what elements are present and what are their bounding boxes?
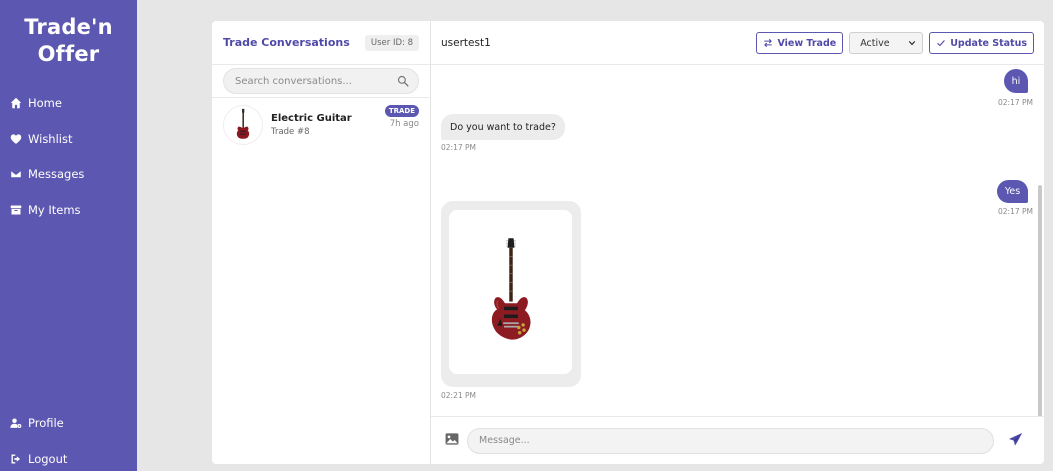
logout-icon: [11, 454, 21, 464]
guitar-thumbnail: [236, 108, 250, 139]
conversation-thumbnail: [223, 105, 263, 145]
chat-pane: usertest1 View Trade Active Update Statu…: [431, 21, 1044, 464]
home-icon: [10, 97, 22, 109]
message-timestamp: 02:17 PM: [998, 98, 1033, 107]
image-icon: [445, 433, 459, 445]
send-button[interactable]: [1008, 432, 1023, 450]
sidebar-item-home[interactable]: Home: [10, 96, 62, 110]
message-text: Yes: [1004, 186, 1021, 197]
chat-header-actions: View Trade Active Update Status: [756, 32, 1034, 54]
message-text: Do you want to trade?: [450, 121, 556, 133]
conversation-time: 7h ago: [389, 119, 419, 129]
sidebar-item-label: Messages: [28, 167, 85, 181]
user-gear-icon: [10, 418, 22, 428]
message-list: hi 02:17 PM Do you want to trade? 02:17 …: [431, 65, 1044, 416]
sidebar-item-my-items[interactable]: My Items: [10, 203, 81, 217]
view-trade-label: View Trade: [777, 37, 837, 49]
conversations-header: Trade Conversations User ID: 8: [212, 21, 430, 65]
message-incoming: Do you want to trade?: [441, 114, 565, 140]
message-timestamp: 02:21 PM: [441, 391, 476, 400]
chat-username: usertest1: [441, 36, 491, 49]
chevron-down-icon: [908, 40, 916, 46]
conversation-list-pane: Trade Conversations User ID: 8 Electric: [212, 21, 431, 464]
sidebar-item-label: Home: [28, 96, 62, 110]
search-bar: [212, 65, 430, 98]
status-select-value: Active: [860, 37, 890, 49]
sidebar-item-label: Wishlist: [28, 132, 73, 146]
update-status-label: Update Status: [950, 37, 1027, 49]
update-status-button[interactable]: Update Status: [929, 32, 1034, 54]
brand-line-1: Trade'n: [24, 15, 113, 39]
image-attachment[interactable]: [449, 210, 572, 374]
conversation-name: Electric Guitar: [271, 113, 352, 124]
heart-icon: [10, 134, 22, 144]
message-image-incoming: [441, 201, 581, 387]
sidebar-item-label: My Items: [28, 203, 81, 217]
messages-panel: Trade Conversations User ID: 8 Electric: [212, 21, 1044, 464]
conversation-text: Electric Guitar Trade #8: [271, 113, 352, 137]
trade-badge: TRADE: [384, 105, 419, 117]
brand-line-2: Offer: [37, 42, 100, 66]
electric-guitar-image: [491, 238, 531, 340]
message-composer: [431, 416, 1044, 464]
chat-header: usertest1 View Trade Active Update Statu…: [431, 21, 1044, 65]
sidebar-item-messages[interactable]: Messages: [10, 167, 84, 181]
send-icon: [1008, 432, 1023, 446]
box-icon: [10, 205, 22, 215]
status-select[interactable]: Active: [849, 32, 924, 54]
sidebar-item-label: Logout: [28, 452, 68, 466]
search-box: [223, 68, 419, 94]
conversation-item[interactable]: Electric Guitar Trade #8 TRADE 7h ago: [212, 98, 430, 152]
message-timestamp: 02:17 PM: [998, 207, 1033, 216]
view-trade-button[interactable]: View Trade: [756, 32, 844, 54]
conversation-subtitle: Trade #8: [271, 127, 310, 137]
sidebar-item-logout[interactable]: Logout: [10, 452, 67, 466]
sidebar-item-profile[interactable]: Profile: [10, 416, 64, 430]
message-timestamp: 02:17 PM: [441, 143, 476, 152]
sidebar-item-wishlist[interactable]: Wishlist: [10, 132, 72, 146]
check-icon: [937, 40, 946, 47]
envelope-icon: [10, 169, 22, 179]
user-id-badge: User ID: 8: [364, 34, 419, 51]
conversations-title: Trade Conversations: [223, 36, 350, 49]
message-scrollbar[interactable]: [1038, 185, 1042, 416]
search-icon[interactable]: [397, 75, 409, 87]
message-outgoing: Yes: [997, 180, 1028, 203]
sidebar: Trade'n Offer Home Wishlist Messages My …: [0, 0, 137, 471]
message-text: hi: [1011, 75, 1021, 87]
message-input[interactable]: [467, 427, 994, 454]
attach-image-button[interactable]: [445, 433, 459, 448]
brand-logo[interactable]: Trade'n Offer: [0, 14, 137, 68]
search-input[interactable]: [224, 75, 418, 87]
sidebar-item-label: Profile: [28, 416, 64, 430]
swap-arrows-icon: [764, 38, 773, 48]
message-outgoing: hi: [1004, 69, 1028, 93]
